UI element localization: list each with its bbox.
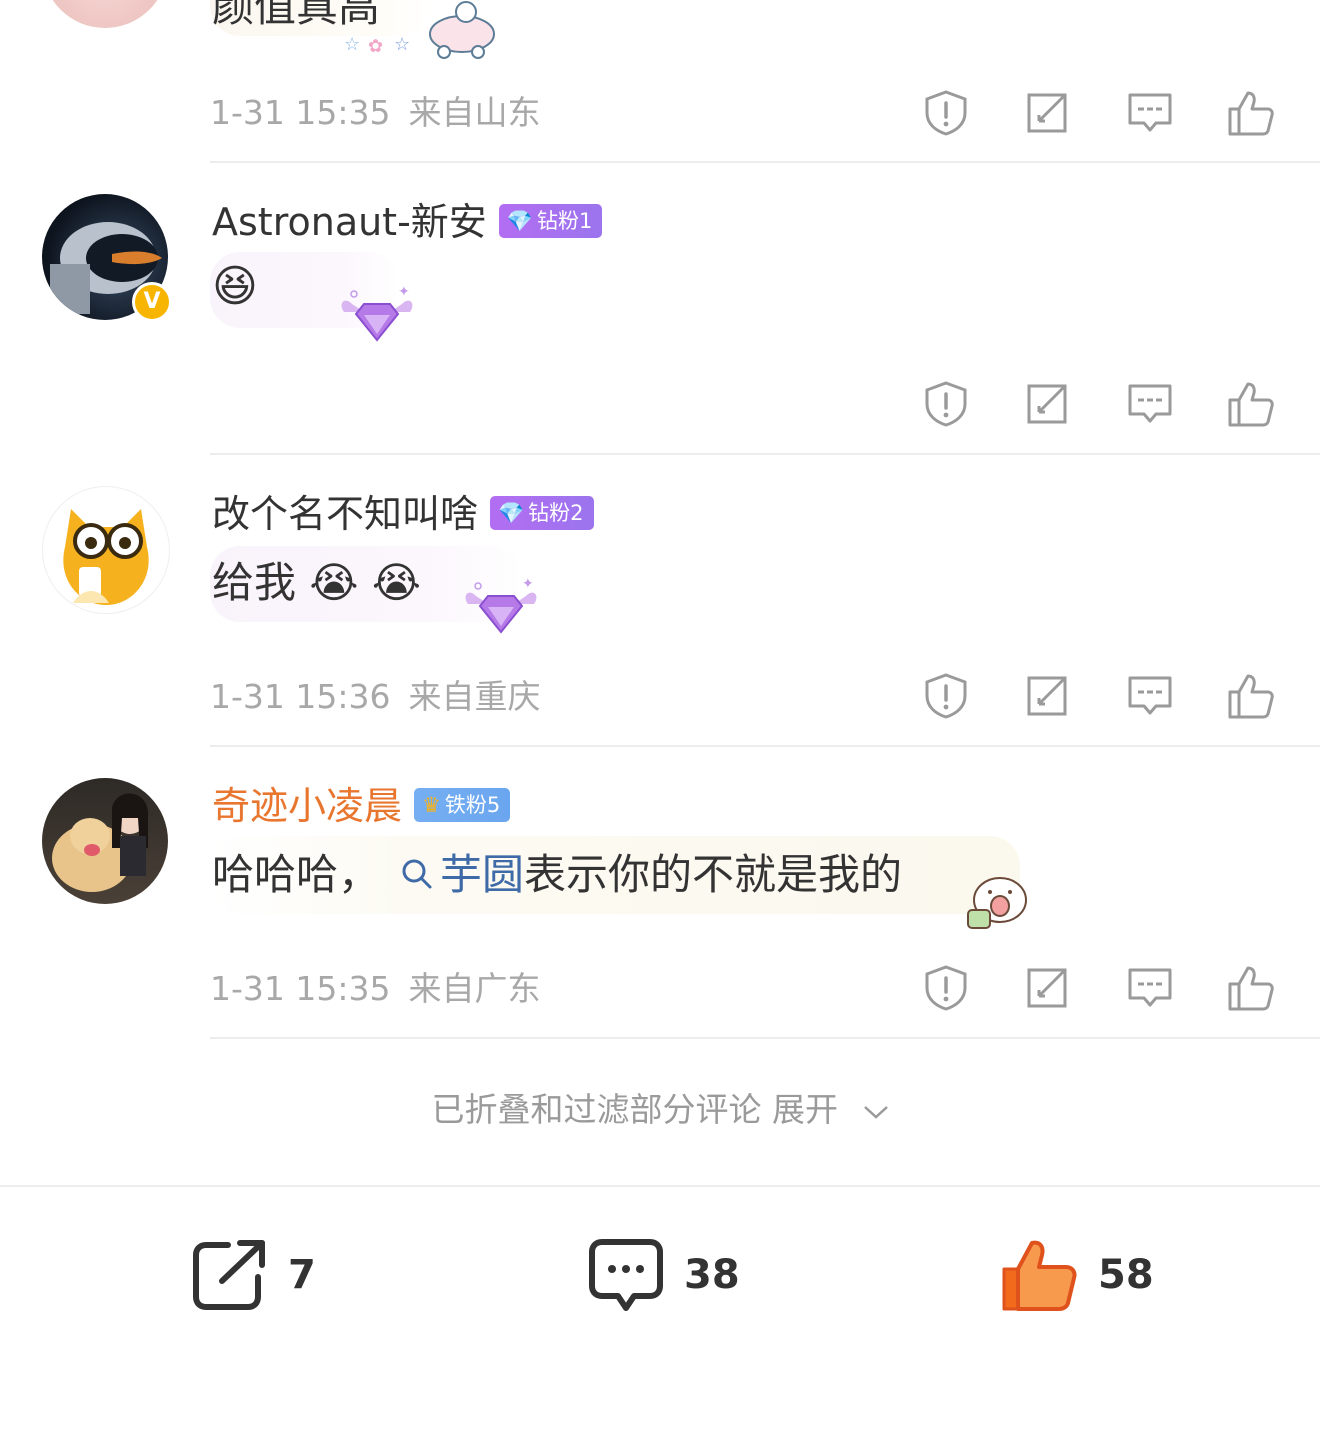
avatar[interactable] <box>42 0 168 28</box>
username-text[interactable]: 奇迹小凌晨 <box>212 784 402 828</box>
comment-actions <box>918 964 1278 1012</box>
repost-button[interactable]: 7 <box>192 1235 316 1315</box>
fan-badge[interactable]: 💎 钻粉2 <box>490 495 594 530</box>
like-thumb-icon[interactable] <box>1226 672 1276 720</box>
report-shield-icon[interactable] <box>922 380 970 428</box>
comment-location: 来自重庆 <box>408 677 541 716</box>
like-thumb-icon[interactable] <box>1226 89 1276 137</box>
bubble-sticker-decoration-icon <box>967 877 1027 929</box>
crown-icon: ♛ <box>422 792 441 817</box>
comment-count: 38 <box>684 1252 740 1298</box>
username-text[interactable]: 改个名不知叫啥 <box>212 492 478 536</box>
repost-edit-icon[interactable] <box>1024 89 1072 137</box>
verified-badge-icon: V <box>132 282 172 322</box>
diamond-icon: 💎 <box>506 208 533 233</box>
comment-text-line: 给我 😭 😭 <box>212 558 421 608</box>
comment-button[interactable]: 38 <box>588 1235 740 1315</box>
like-count: 58 <box>1098 1252 1154 1298</box>
repost-edit-icon[interactable] <box>1024 380 1072 428</box>
comment-location: 来自山东 <box>408 93 541 132</box>
crying-emoji-icon: 😭 <box>309 558 359 607</box>
diamond-icon: 💎 <box>498 500 525 525</box>
fan-badge-label: 铁粉5 <box>444 792 501 817</box>
folded-comments-expand[interactable]: 已折叠和过滤部分评论 展开 <box>0 1090 1320 1130</box>
fan-badge-label: 钻粉2 <box>528 500 584 525</box>
comment-divider <box>210 161 1320 163</box>
svg-text:☆: ☆ <box>394 34 410 55</box>
comment-time: 1-31 15:36 <box>210 677 391 716</box>
comment-username[interactable]: 改个名不知叫啥 💎 钻粉2 <box>212 492 594 536</box>
comment-emoji: 😆 <box>212 261 258 312</box>
like-button[interactable]: 58 <box>1000 1235 1154 1315</box>
comment-bubble-icon <box>589 1239 663 1311</box>
comment-meta: 1-31 15:36 来自重庆 <box>210 677 541 717</box>
username-text[interactable]: Astronaut-新安 <box>212 200 487 244</box>
chevron-down-icon <box>863 1105 888 1119</box>
comment-time: 1-31 15:35 <box>210 93 391 132</box>
svg-text:✦: ✦ <box>398 284 410 300</box>
avatar[interactable]: V <box>42 194 172 322</box>
folded-notice-text[interactable]: 已折叠和过滤部分评论 展开 <box>432 1090 839 1129</box>
svg-text:✦: ✦ <box>522 576 534 592</box>
comment-divider <box>210 453 1320 455</box>
avatar[interactable] <box>42 486 170 614</box>
crying-emoji-icon: 😭 <box>371 558 421 607</box>
report-shield-icon[interactable] <box>922 89 970 137</box>
like-thumb-icon[interactable] <box>1226 380 1276 428</box>
reply-comment-icon[interactable] <box>1126 672 1174 720</box>
comment-username[interactable]: 奇迹小凌晨 ♛ 铁粉5 <box>212 784 511 828</box>
comment-text: 表示你的不就是我的 <box>524 850 903 899</box>
topic-link[interactable]: 芋圆 <box>440 850 524 899</box>
share-icon <box>193 1240 265 1310</box>
comment-text-line: 哈哈哈， 芋圆表示你的不就是我的 <box>212 850 902 900</box>
bottom-action-bar: 7 38 58 <box>0 1185 1320 1452</box>
dog-photo-avatar-icon <box>52 793 148 892</box>
comment-meta: 1-31 15:35 来自广东 <box>210 969 541 1009</box>
svg-text:✿: ✿ <box>368 36 383 57</box>
reply-comment-icon[interactable] <box>1126 380 1174 428</box>
fan-badge[interactable]: 💎 钻粉1 <box>498 203 603 238</box>
comment-divider <box>210 745 1320 747</box>
repost-count: 7 <box>288 1252 316 1298</box>
comment-divider <box>210 1037 1320 1039</box>
comment-meta: 1-31 15:35 来自山东 <box>210 93 541 133</box>
repost-edit-icon[interactable] <box>1024 672 1072 720</box>
repost-edit-icon[interactable] <box>1024 964 1072 1012</box>
report-shield-icon[interactable] <box>922 964 970 1012</box>
comment-actions <box>918 380 1278 428</box>
diamond-bubble-decoration-icon: ✦ <box>341 284 413 342</box>
bubble-decoration-icon: ☆ ✿ ☆ <box>344 1 495 59</box>
like-thumb-icon[interactable] <box>1226 964 1276 1012</box>
comment-text: 给我 <box>212 558 297 607</box>
search-icon <box>402 859 432 889</box>
fan-badge-label: 钻粉1 <box>536 208 593 233</box>
comment-actions <box>918 89 1278 137</box>
report-shield-icon[interactable] <box>922 672 970 720</box>
svg-text:☆: ☆ <box>344 34 360 55</box>
comment-text: 哈哈哈， <box>212 850 381 899</box>
avatar[interactable] <box>42 778 168 904</box>
reply-comment-icon[interactable] <box>1126 89 1174 137</box>
diamond-bubble-decoration-icon: ✦ <box>465 576 537 634</box>
reply-comment-icon[interactable] <box>1126 964 1174 1012</box>
comment-actions <box>918 672 1278 720</box>
comment-time: 1-31 15:35 <box>210 969 391 1008</box>
fan-badge[interactable]: ♛ 铁粉5 <box>414 787 511 822</box>
cartoon-cat-avatar-icon <box>63 509 149 605</box>
comment-username[interactable]: Astronaut-新安 💎 钻粉1 <box>212 200 603 244</box>
comment-location: 来自广东 <box>408 969 541 1008</box>
thumbs-up-filled-icon <box>1002 1240 1077 1311</box>
